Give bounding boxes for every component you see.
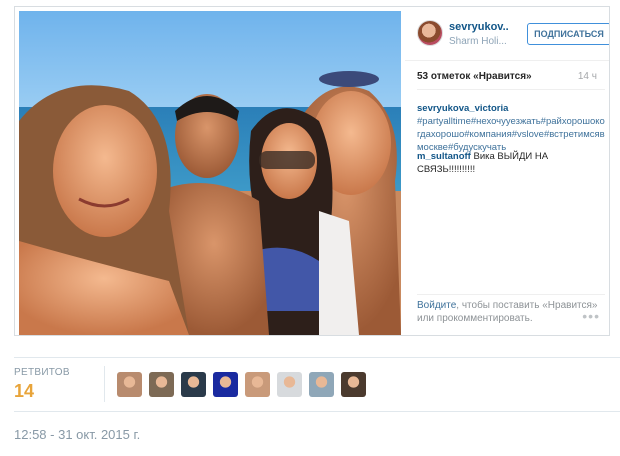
likes-row: 53 отметок «Нравится» 14 ч bbox=[417, 71, 605, 85]
retweets-label: РЕТВИТОВ bbox=[14, 367, 70, 378]
retweeter-avatar[interactable] bbox=[213, 372, 238, 397]
retweeter-avatar[interactable] bbox=[149, 372, 174, 397]
retweeter-avatar[interactable] bbox=[341, 372, 366, 397]
retweeter-avatar[interactable] bbox=[277, 372, 302, 397]
retweeter-avatar[interactable] bbox=[309, 372, 334, 397]
caption-username[interactable]: sevryukova_victoria bbox=[417, 103, 508, 114]
tweet-timestamp[interactable]: 12:58 - 31 окт. 2015 г. bbox=[14, 427, 140, 442]
instagram-header: sevryukov... Sharm Holi... ПОДПИСАТЬСЯ bbox=[405, 7, 609, 61]
login-prompt: Войдите, чтобы поставить «Нравится» или … bbox=[417, 299, 607, 325]
divider bbox=[417, 89, 605, 90]
retweeter-avatar[interactable] bbox=[181, 372, 206, 397]
ellipsis-icon[interactable]: ••• bbox=[582, 308, 600, 324]
divider bbox=[14, 411, 620, 412]
instagram-username[interactable]: sevryukov... bbox=[449, 21, 509, 33]
retweeter-avatar[interactable] bbox=[245, 372, 270, 397]
login-link[interactable]: Войдите bbox=[417, 300, 456, 311]
divider bbox=[104, 366, 105, 402]
instagram-location[interactable]: Sharm Holi... bbox=[449, 36, 507, 47]
instagram-embed: sevryukov... Sharm Holi... ПОДПИСАТЬСЯ 5… bbox=[14, 6, 610, 336]
comment-username[interactable]: m_sultanoff bbox=[417, 151, 471, 162]
caption: sevryukova_victoria #partyalltime#нехочу… bbox=[417, 102, 607, 154]
follow-button[interactable]: ПОДПИСАТЬСЯ bbox=[527, 23, 609, 45]
divider bbox=[14, 357, 620, 358]
caption-hashtags[interactable]: #partyalltime#нехочууезжать#райхорошоког… bbox=[417, 116, 605, 153]
post-age: 14 ч bbox=[577, 71, 597, 82]
likes-count: 53 отметок «Нравится» bbox=[417, 71, 532, 82]
beach-selfie-image bbox=[19, 11, 401, 335]
retweeter-avatar[interactable] bbox=[117, 372, 142, 397]
instagram-photo[interactable] bbox=[19, 11, 401, 335]
comment: m_sultanoff Вика ВЫЙДИ НА СВЯЗЬ!!!!!!!!!… bbox=[417, 150, 607, 176]
instagram-avatar[interactable] bbox=[417, 20, 443, 46]
retweets-count[interactable]: 14 bbox=[14, 381, 34, 402]
divider bbox=[417, 294, 605, 295]
instagram-sidebar: sevryukov... Sharm Holi... ПОДПИСАТЬСЯ 5… bbox=[405, 7, 609, 335]
